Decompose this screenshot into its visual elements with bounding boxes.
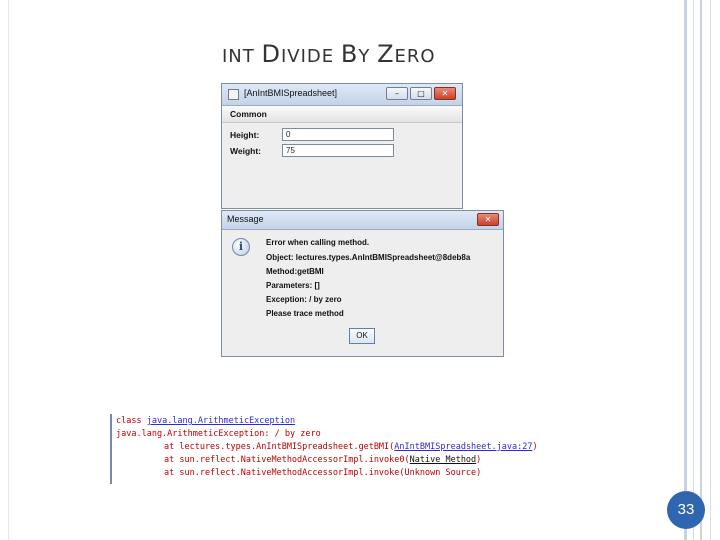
console-text: ) — [532, 442, 538, 452]
title-part: Y — [358, 46, 378, 67]
console-text: at lectures.types.AnIntBMISpreadsheet.ge… — [164, 442, 395, 452]
slide-frame-line — [700, 0, 702, 540]
minimize-button[interactable]: – — [386, 87, 408, 100]
console-line: at sun.reflect.NativeMethodAccessorImpl.… — [164, 455, 481, 465]
title-part: IVIDE — [280, 46, 341, 67]
height-label: Height: — [230, 130, 260, 140]
slide-title: INT DIVIDE BY ZERO — [222, 40, 436, 68]
dialog-message-line: Error when calling method. — [266, 238, 370, 247]
maximize-button[interactable]: □ — [410, 87, 432, 100]
weight-field[interactable]: 75 — [282, 144, 394, 157]
close-button[interactable]: ✕ — [434, 87, 456, 100]
dialog-message-line: Exception: / by zero — [266, 295, 342, 304]
app-icon — [228, 89, 239, 100]
console-line: at lectures.types.AnIntBMISpreadsheet.ge… — [164, 442, 538, 452]
dialog-message-line: Method:getBMI — [266, 267, 324, 276]
console-line: at sun.reflect.NativeMethodAccessorImpl.… — [164, 468, 482, 478]
dialog-close-button[interactable]: ✕ — [477, 213, 499, 226]
console-text: at sun.reflect.NativeMethodAccessorImpl.… — [164, 455, 410, 465]
title-part: D — [261, 40, 281, 68]
slide-frame-line — [710, 0, 711, 540]
dialog-message-line: Parameters: [] — [266, 281, 320, 290]
native-method-link[interactable]: Native Method — [410, 455, 477, 465]
dialog-titlebar[interactable]: Message ✕ — [222, 211, 503, 230]
console-text: class — [116, 416, 147, 426]
panel-header-common[interactable]: Common — [222, 106, 462, 123]
window-titlebar[interactable]: [AnIntBMISpreadsheet] – □ ✕ — [222, 84, 462, 106]
page-number-badge: 33 — [667, 491, 705, 529]
source-link[interactable]: AnIntBMISpreadsheet.java:27 — [394, 442, 532, 452]
weight-label: Weight: — [230, 146, 262, 156]
console-text: ) — [476, 455, 482, 465]
dialog-title: Message — [227, 214, 264, 224]
info-icon: i — [232, 238, 250, 256]
console-line: java.lang.ArithmeticException: / by zero — [116, 429, 321, 439]
title-part: Z — [377, 40, 395, 68]
console-line: class java.lang.ArithmeticException — [116, 416, 295, 426]
height-field[interactable]: 0 — [282, 128, 394, 141]
title-part: B — [340, 40, 359, 68]
bmi-spreadsheet-window: [AnIntBMISpreadsheet] – □ ✕ Common Heigh… — [221, 83, 463, 209]
title-part: ERO — [394, 46, 436, 67]
message-dialog: Message ✕ i Error when calling method. O… — [221, 210, 504, 357]
slide-frame-line — [693, 0, 694, 540]
dialog-message-line: Object: lectures.types.AnIntBMISpreadshe… — [266, 253, 471, 262]
exception-link[interactable]: java.lang.ArithmeticException — [147, 416, 295, 426]
title-part: INT — [222, 46, 262, 67]
window-title: [AnIntBMISpreadsheet] — [244, 88, 338, 98]
ok-button[interactable]: OK — [349, 328, 375, 344]
console-output: class java.lang.ArithmeticException java… — [110, 414, 602, 484]
slide-left-rule — [8, 0, 9, 540]
dialog-message-line: Please trace method — [266, 309, 344, 318]
slide-frame-line — [684, 0, 687, 540]
